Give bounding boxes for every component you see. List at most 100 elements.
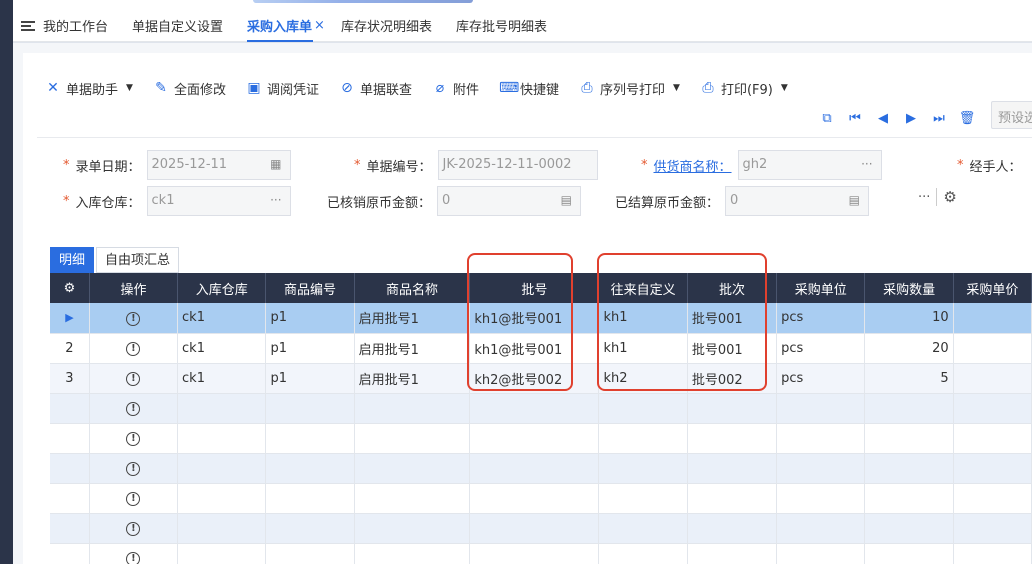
row-action[interactable]: !: [89, 513, 179, 544]
cell-warehouse[interactable]: ck1: [177, 333, 267, 364]
cell-code[interactable]: p1: [265, 363, 355, 394]
empty-cell[interactable]: [354, 483, 471, 514]
empty-cell[interactable]: [177, 483, 267, 514]
column-header[interactable]: 批号: [469, 273, 600, 303]
table-row[interactable]: ▶! ck1 p1 启用批号1 kh1@批号001 kh1 批号001 pcs 10: [50, 303, 1032, 334]
tab-stock-batch[interactable]: 库存批号明细表: [444, 10, 559, 42]
column-header[interactable]: 商品编号: [265, 273, 355, 303]
empty-cell[interactable]: [776, 393, 866, 424]
empty-cell[interactable]: [687, 483, 778, 514]
empty-cell[interactable]: [864, 483, 954, 514]
empty-cell[interactable]: [953, 423, 1032, 454]
empty-cell[interactable]: [953, 393, 1032, 424]
supplier-label-link[interactable]: 供货商名称：: [654, 156, 732, 175]
cell-name[interactable]: 启用批号1: [354, 333, 471, 364]
empty-cell[interactable]: [864, 453, 954, 484]
next-icon[interactable]: ▶: [897, 111, 925, 126]
empty-row[interactable]: !: [50, 483, 1032, 514]
empty-cell[interactable]: [776, 423, 866, 454]
empty-cell[interactable]: [687, 453, 778, 484]
toolbar-button-0[interactable]: ✕ 单据助手 ▼: [45, 79, 133, 98]
toolbar-button-7[interactable]: ⎙ 打印(F9) ▼: [700, 79, 788, 98]
empty-cell[interactable]: [265, 483, 355, 514]
empty-cell[interactable]: [354, 423, 471, 454]
empty-cell[interactable]: [354, 393, 471, 424]
prev-icon[interactable]: ◀: [869, 111, 897, 126]
first-icon[interactable]: ⏮: [841, 111, 869, 126]
info-icon[interactable]: !: [126, 372, 141, 386]
empty-cell[interactable]: [598, 423, 688, 454]
row-action[interactable]: !: [89, 423, 179, 454]
empty-cell[interactable]: [265, 513, 355, 544]
empty-cell[interactable]: [864, 423, 954, 454]
empty-cell[interactable]: [598, 543, 688, 564]
info-icon[interactable]: !: [126, 492, 141, 506]
more-icon[interactable]: ···: [270, 193, 281, 207]
info-icon[interactable]: !: [126, 311, 141, 326]
empty-cell[interactable]: [469, 513, 600, 544]
empty-row[interactable]: !: [50, 513, 1032, 544]
toolbar-button-3[interactable]: ⊘ 单据联查: [339, 79, 412, 98]
cell-name[interactable]: 启用批号1: [354, 303, 471, 334]
row-action[interactable]: !: [89, 453, 179, 484]
empty-cell[interactable]: [265, 453, 355, 484]
column-header[interactable]: 批次: [687, 273, 778, 303]
column-header[interactable]: 采购单价: [953, 273, 1032, 303]
column-header[interactable]: 往来自定义: [598, 273, 688, 303]
warehouse-input[interactable]: ck1 ···: [146, 186, 291, 216]
cell-qty[interactable]: 20: [864, 333, 954, 364]
cell-price[interactable]: [953, 303, 1032, 334]
cell-price[interactable]: [953, 333, 1032, 364]
empty-row[interactable]: !: [50, 543, 1032, 564]
menu-icon[interactable]: [21, 19, 35, 33]
delete-icon[interactable]: 🗑: [953, 111, 981, 126]
cell-custom[interactable]: kh1: [598, 303, 688, 334]
empty-cell[interactable]: [687, 543, 778, 564]
row-action[interactable]: !: [89, 333, 179, 364]
empty-cell[interactable]: [354, 453, 471, 484]
empty-cell[interactable]: [864, 393, 954, 424]
row-action[interactable]: !: [89, 483, 179, 514]
table-row[interactable]: 2! ck1 p1 启用批号1 kh1@批号001 kh1 批号001 pcs 20: [50, 333, 1032, 364]
tab-doc-custom-settings[interactable]: 单据自定义设置: [120, 10, 235, 42]
empty-row[interactable]: !: [50, 393, 1032, 424]
cell-qty[interactable]: 5: [864, 363, 954, 394]
cell-warehouse[interactable]: ck1: [177, 363, 267, 394]
empty-cell[interactable]: [687, 513, 778, 544]
cell-lot[interactable]: 批号001: [687, 303, 778, 334]
chevron-down-icon[interactable]: ▼: [781, 83, 788, 93]
cell-qty[interactable]: 10: [864, 303, 954, 334]
empty-cell[interactable]: [177, 513, 267, 544]
cell-batch-no[interactable]: kh1@批号001: [469, 303, 600, 334]
empty-cell[interactable]: [953, 543, 1032, 564]
calculator-icon[interactable]: ▤: [561, 193, 572, 207]
tab-workbench[interactable]: 我的工作台: [13, 10, 120, 42]
column-settings-icon[interactable]: ⚙: [50, 273, 90, 303]
cell-code[interactable]: p1: [265, 303, 355, 334]
column-header[interactable]: 采购数量: [864, 273, 954, 303]
close-icon[interactable]: ×: [314, 18, 325, 33]
empty-cell[interactable]: [469, 453, 600, 484]
empty-cell[interactable]: [265, 393, 355, 424]
more-icon[interactable]: ···: [861, 157, 872, 171]
toolbar-button-2[interactable]: ▣ 调阅凭证: [246, 79, 319, 98]
empty-cell[interactable]: [469, 393, 600, 424]
calendar-icon[interactable]: ▦: [270, 157, 281, 171]
row-action[interactable]: !: [89, 393, 179, 424]
empty-cell[interactable]: [776, 543, 866, 564]
empty-cell[interactable]: [687, 423, 778, 454]
more-icon[interactable]: ···: [918, 190, 930, 205]
info-icon[interactable]: !: [126, 462, 141, 476]
empty-cell[interactable]: [598, 513, 688, 544]
empty-cell[interactable]: [354, 513, 471, 544]
table-row[interactable]: 3! ck1 p1 启用批号1 kh2@批号002 kh2 批号002 pcs 5: [50, 363, 1032, 394]
column-header[interactable]: 采购单位: [776, 273, 866, 303]
subtab-free-summary[interactable]: 自由项汇总: [96, 247, 180, 273]
toolbar-button-4[interactable]: ⌀ 附件: [432, 79, 479, 98]
tab-stock-status[interactable]: 库存状况明细表: [329, 10, 444, 42]
cell-unit[interactable]: pcs: [776, 363, 866, 394]
empty-cell[interactable]: [776, 483, 866, 514]
entry-date-input[interactable]: 2025-12-11 ▦: [146, 150, 291, 180]
supplier-input[interactable]: gh2 ···: [737, 150, 882, 180]
cell-custom[interactable]: kh2: [598, 363, 688, 394]
